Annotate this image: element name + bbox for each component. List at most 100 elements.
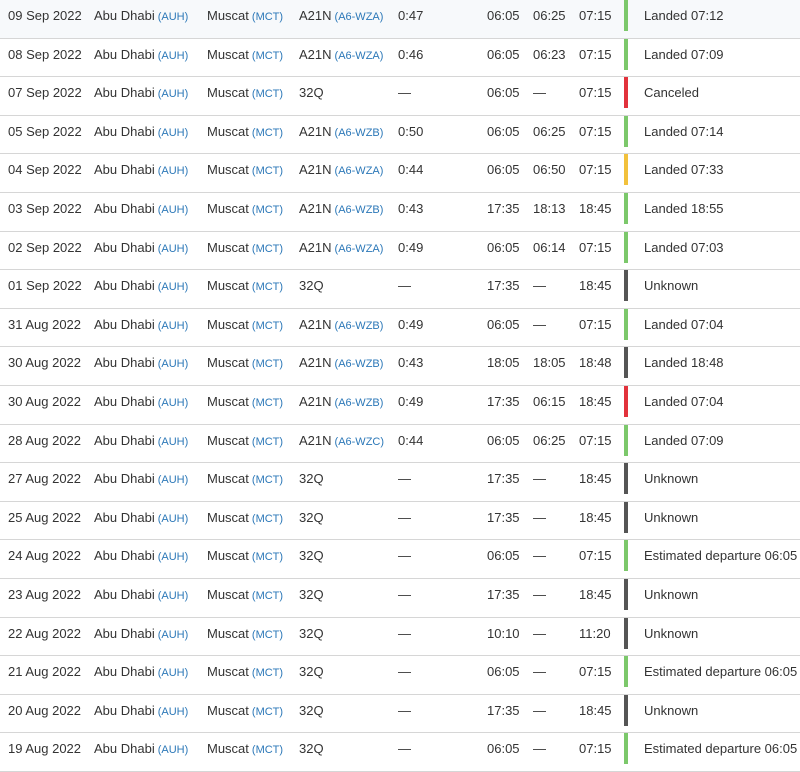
origin-airport[interactable]: Abu Dhabi (AUH) xyxy=(94,502,188,540)
flight-row[interactable]: 31 Aug 2022 Abu Dhabi (AUH) Muscat (MCT) A21N… xyxy=(0,308,800,348)
flight-row[interactable]: 25 Aug 2022 Abu Dhabi (AUH) Muscat (MCT) 32Q —… xyxy=(0,501,800,541)
origin-code-link[interactable]: (AUH) xyxy=(158,397,189,409)
destination-airport[interactable]: Muscat (MCT) xyxy=(207,77,283,115)
flight-row[interactable]: 30 Aug 2022 Abu Dhabi (AUH) Muscat (MCT) A21N… xyxy=(0,385,800,425)
destination-airport[interactable]: Muscat (MCT) xyxy=(207,425,283,463)
flight-row[interactable]: 20 Aug 2022 Abu Dhabi (AUH) Muscat (MCT) 32Q —… xyxy=(0,694,800,734)
origin-code-link[interactable]: (AUH) xyxy=(158,474,189,486)
aircraft-registration-link[interactable]: (A6-WZC) xyxy=(335,436,385,448)
flight-row[interactable]: 19 Aug 2022 Abu Dhabi (AUH) Muscat (MCT) 32Q —… xyxy=(0,733,800,772)
destination-airport[interactable]: Muscat (MCT) xyxy=(207,232,283,270)
destination-airport[interactable]: Muscat (MCT) xyxy=(207,386,283,424)
destination-airport[interactable]: Muscat (MCT) xyxy=(207,618,283,656)
destination-airport[interactable]: Muscat (MCT) xyxy=(207,733,283,771)
flight-row[interactable]: 27 Aug 2022 Abu Dhabi (AUH) Muscat (MCT) 32Q —… xyxy=(0,463,800,502)
destination-code-link[interactable]: (MCT) xyxy=(252,590,283,602)
destination-airport[interactable]: Muscat (MCT) xyxy=(207,579,283,617)
destination-code-link[interactable]: (MCT) xyxy=(252,629,283,641)
origin-airport[interactable]: Abu Dhabi (AUH) xyxy=(94,656,188,694)
destination-code-link[interactable]: (MCT) xyxy=(252,165,283,177)
destination-airport[interactable]: Muscat (MCT) xyxy=(207,309,283,347)
origin-airport[interactable]: Abu Dhabi (AUH) xyxy=(94,733,188,771)
destination-code-link[interactable]: (MCT) xyxy=(252,436,283,448)
origin-airport[interactable]: Abu Dhabi (AUH) xyxy=(94,579,188,617)
flight-row[interactable]: 28 Aug 2022 Abu Dhabi (AUH) Muscat (MCT) A21N… xyxy=(0,424,800,464)
destination-code-link[interactable]: (MCT) xyxy=(252,706,283,718)
aircraft-registration-link[interactable]: (A6-WZA) xyxy=(335,243,384,255)
origin-code-link[interactable]: (AUH) xyxy=(158,358,189,370)
origin-airport[interactable]: Abu Dhabi (AUH) xyxy=(94,193,188,231)
aircraft-registration-link[interactable]: (A6-WZB) xyxy=(335,127,384,139)
destination-code-link[interactable]: (MCT) xyxy=(252,204,283,216)
origin-code-link[interactable]: (AUH) xyxy=(158,11,189,23)
origin-airport[interactable]: Abu Dhabi (AUH) xyxy=(94,309,188,347)
origin-airport[interactable]: Abu Dhabi (AUH) xyxy=(94,232,188,270)
flight-row[interactable]: 05 Sep 2022 Abu Dhabi (AUH) Muscat (MCT) A21N… xyxy=(0,115,800,155)
destination-code-link[interactable]: (MCT) xyxy=(252,127,283,139)
destination-airport[interactable]: Muscat (MCT) xyxy=(207,695,283,733)
origin-code-link[interactable]: (AUH) xyxy=(158,281,189,293)
destination-code-link[interactable]: (MCT) xyxy=(252,50,283,62)
destination-airport[interactable]: Muscat (MCT) xyxy=(207,0,283,38)
origin-airport[interactable]: Abu Dhabi (AUH) xyxy=(94,695,188,733)
destination-airport[interactable]: Muscat (MCT) xyxy=(207,154,283,192)
origin-airport[interactable]: Abu Dhabi (AUH) xyxy=(94,386,188,424)
aircraft-registration-link[interactable]: (A6-WZB) xyxy=(335,397,384,409)
origin-airport[interactable]: Abu Dhabi (AUH) xyxy=(94,618,188,656)
origin-code-link[interactable]: (AUH) xyxy=(158,551,189,563)
flight-row[interactable]: 03 Sep 2022 Abu Dhabi (AUH) Muscat (MCT) A21N… xyxy=(0,192,800,232)
aircraft-registration-link[interactable]: (A6-WZB) xyxy=(335,358,384,370)
destination-code-link[interactable]: (MCT) xyxy=(252,281,283,293)
destination-airport[interactable]: Muscat (MCT) xyxy=(207,502,283,540)
origin-code-link[interactable]: (AUH) xyxy=(158,320,189,332)
flight-row[interactable]: 23 Aug 2022 Abu Dhabi (AUH) Muscat (MCT) 32Q —… xyxy=(0,578,800,618)
origin-airport[interactable]: Abu Dhabi (AUH) xyxy=(94,154,188,192)
destination-code-link[interactable]: (MCT) xyxy=(252,667,283,679)
flight-row[interactable]: 01 Sep 2022 Abu Dhabi (AUH) Muscat (MCT) 32Q —… xyxy=(0,270,800,309)
origin-code-link[interactable]: (AUH) xyxy=(158,706,189,718)
origin-code-link[interactable]: (AUH) xyxy=(158,629,189,641)
aircraft-registration-link[interactable]: (A6-WZA) xyxy=(335,165,384,177)
origin-code-link[interactable]: (AUH) xyxy=(158,667,189,679)
origin-code-link[interactable]: (AUH) xyxy=(158,513,189,525)
destination-code-link[interactable]: (MCT) xyxy=(252,88,283,100)
destination-airport[interactable]: Muscat (MCT) xyxy=(207,270,283,308)
origin-airport[interactable]: Abu Dhabi (AUH) xyxy=(94,0,188,38)
destination-code-link[interactable]: (MCT) xyxy=(252,397,283,409)
destination-airport[interactable]: Muscat (MCT) xyxy=(207,193,283,231)
flight-row[interactable]: 21 Aug 2022 Abu Dhabi (AUH) Muscat (MCT) 32Q —… xyxy=(0,656,800,695)
flight-row[interactable]: 22 Aug 2022 Abu Dhabi (AUH) Muscat (MCT) 32Q —… xyxy=(0,617,800,657)
destination-airport[interactable]: Muscat (MCT) xyxy=(207,39,283,77)
destination-code-link[interactable]: (MCT) xyxy=(252,11,283,23)
origin-airport[interactable]: Abu Dhabi (AUH) xyxy=(94,347,188,385)
origin-code-link[interactable]: (AUH) xyxy=(158,436,189,448)
origin-airport[interactable]: Abu Dhabi (AUH) xyxy=(94,116,188,154)
origin-airport[interactable]: Abu Dhabi (AUH) xyxy=(94,425,188,463)
destination-code-link[interactable]: (MCT) xyxy=(252,551,283,563)
flight-row[interactable]: 07 Sep 2022 Abu Dhabi (AUH) Muscat (MCT) 32Q —… xyxy=(0,77,800,116)
destination-code-link[interactable]: (MCT) xyxy=(252,513,283,525)
destination-code-link[interactable]: (MCT) xyxy=(252,474,283,486)
destination-code-link[interactable]: (MCT) xyxy=(252,358,283,370)
origin-code-link[interactable]: (AUH) xyxy=(158,127,189,139)
origin-code-link[interactable]: (AUH) xyxy=(158,744,189,756)
origin-code-link[interactable]: (AUH) xyxy=(158,204,189,216)
destination-airport[interactable]: Muscat (MCT) xyxy=(207,463,283,501)
origin-code-link[interactable]: (AUH) xyxy=(158,590,189,602)
destination-airport[interactable]: Muscat (MCT) xyxy=(207,347,283,385)
origin-code-link[interactable]: (AUH) xyxy=(158,243,189,255)
flight-row[interactable]: 24 Aug 2022 Abu Dhabi (AUH) Muscat (MCT) 32Q —… xyxy=(0,540,800,579)
destination-airport[interactable]: Muscat (MCT) xyxy=(207,116,283,154)
origin-code-link[interactable]: (AUH) xyxy=(158,165,189,177)
origin-airport[interactable]: Abu Dhabi (AUH) xyxy=(94,463,188,501)
origin-code-link[interactable]: (AUH) xyxy=(158,50,189,62)
origin-airport[interactable]: Abu Dhabi (AUH) xyxy=(94,540,188,578)
flight-row[interactable]: 30 Aug 2022 Abu Dhabi (AUH) Muscat (MCT) A21N… xyxy=(0,347,800,386)
aircraft-registration-link[interactable]: (A6-WZB) xyxy=(335,320,384,332)
flight-row[interactable]: 08 Sep 2022 Abu Dhabi (AUH) Muscat (MCT) A21N… xyxy=(0,38,800,78)
destination-code-link[interactable]: (MCT) xyxy=(252,744,283,756)
destination-code-link[interactable]: (MCT) xyxy=(252,243,283,255)
destination-code-link[interactable]: (MCT) xyxy=(252,320,283,332)
aircraft-registration-link[interactable]: (A6-WZB) xyxy=(335,204,384,216)
aircraft-registration-link[interactable]: (A6-WZA) xyxy=(335,50,384,62)
